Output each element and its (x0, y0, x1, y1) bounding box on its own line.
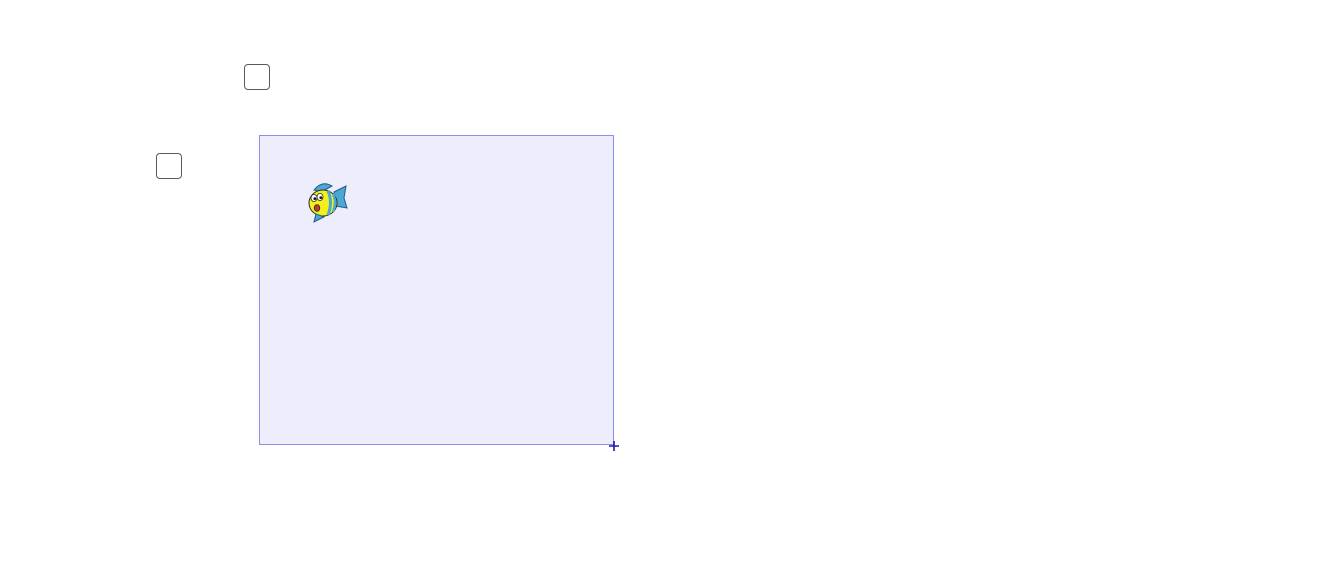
checkbox-left[interactable] (156, 153, 182, 179)
fish-icon[interactable] (304, 180, 348, 224)
corner-point[interactable] (608, 440, 620, 452)
applet-canvas (0, 0, 1339, 563)
checkbox-top[interactable] (244, 64, 270, 90)
